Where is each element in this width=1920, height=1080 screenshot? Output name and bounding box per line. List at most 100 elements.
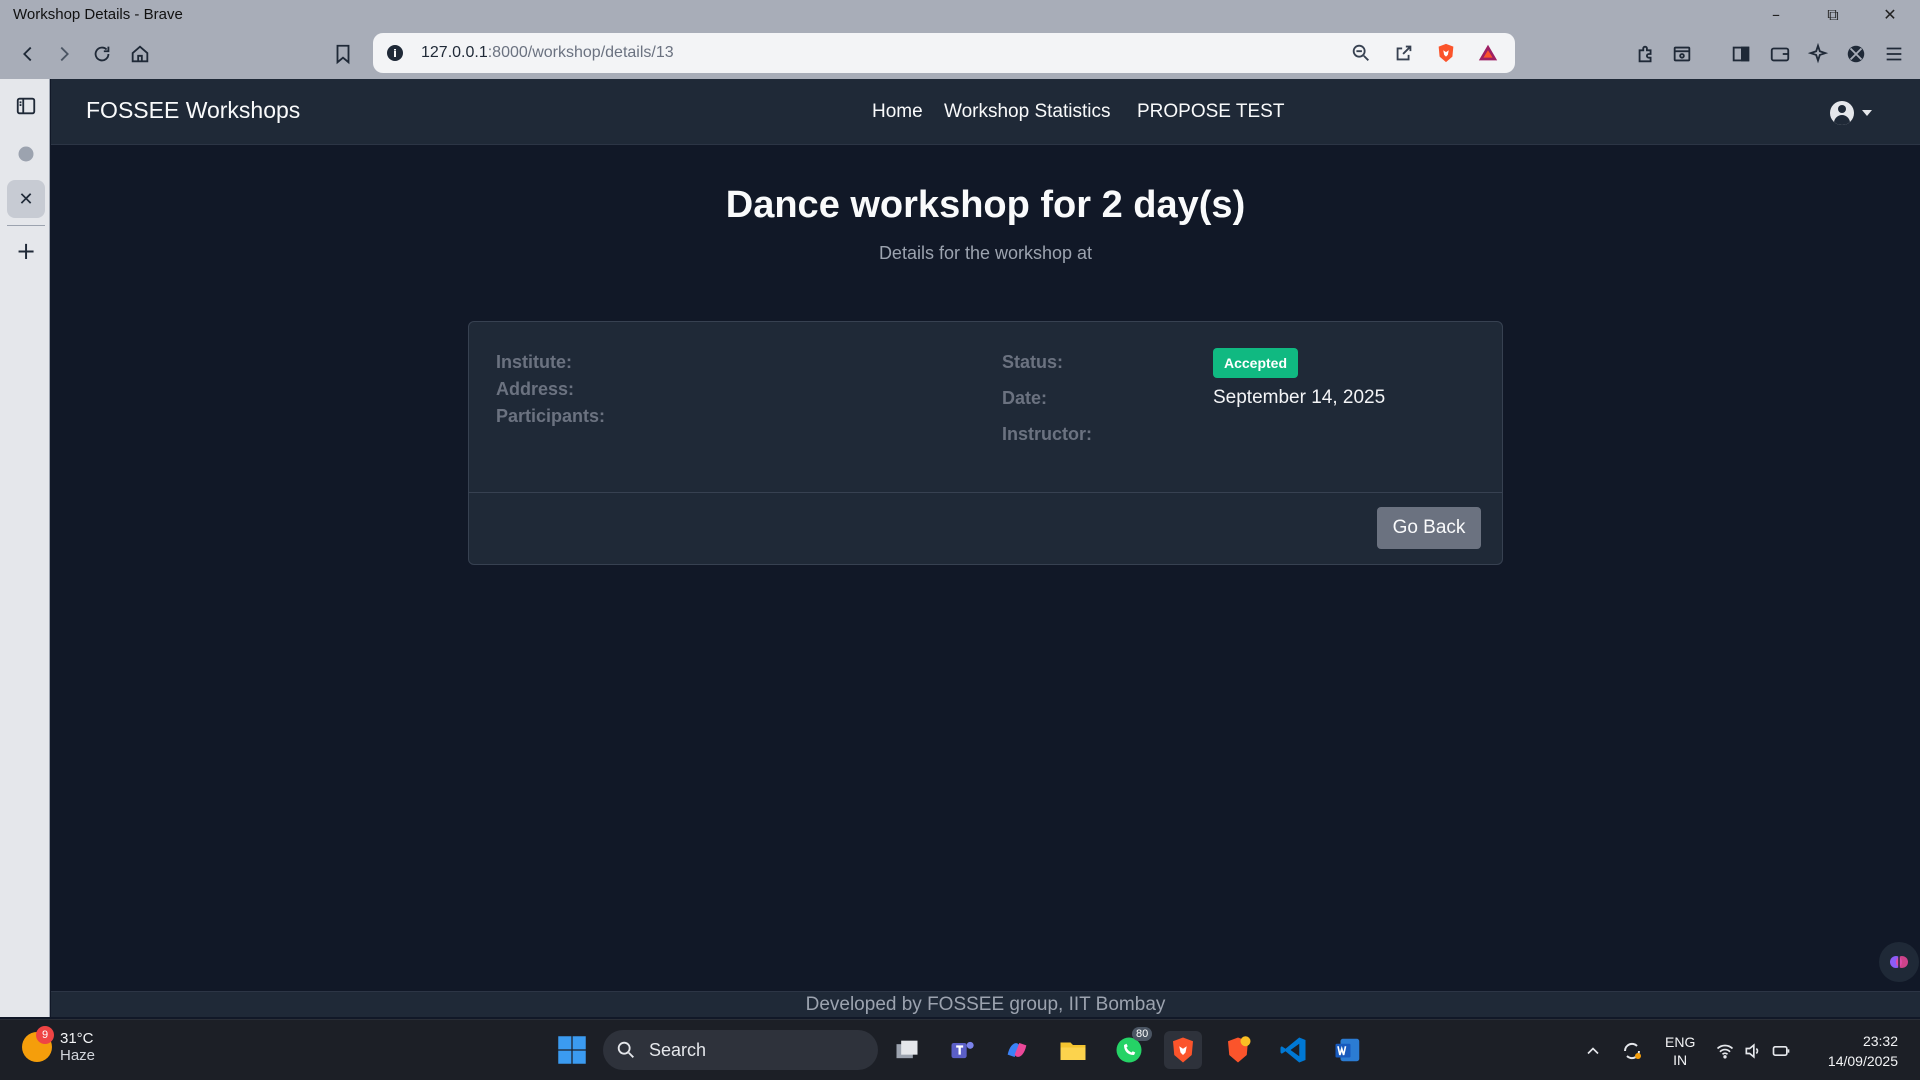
- bookmark-icon: [336, 44, 350, 65]
- page-subtitle: Details for the workshop at: [878, 243, 1093, 263]
- brave-taskbar-icon[interactable]: [1164, 1031, 1202, 1069]
- start-button[interactable]: [553, 1031, 591, 1069]
- nav-home[interactable]: Home: [872, 101, 923, 123]
- instructor-label: Instructor:: [1002, 424, 1092, 444]
- vpn-button[interactable]: [1840, 38, 1872, 70]
- vscode-icon[interactable]: [1274, 1031, 1312, 1069]
- url-text[interactable]: 127.0.0.1:8000/workshop/details/13: [421, 44, 674, 62]
- brave-rewards-icon[interactable]: [1476, 41, 1500, 65]
- system-tray-status[interactable]: [1715, 1020, 1791, 1080]
- site-footer: Developed by FOSSEE group, IIT Bombay: [51, 991, 1920, 1017]
- weather-widget[interactable]: 9 31°C Haze: [22, 1026, 96, 1064]
- user-menu[interactable]: [1830, 101, 1872, 125]
- weather-sun-icon: 9: [22, 1026, 54, 1062]
- site-info-icon[interactable]: i: [387, 45, 403, 61]
- home-icon: [131, 45, 149, 63]
- site-brand[interactable]: FOSSEE Workshops: [86, 97, 300, 124]
- weather-temperature: 31°C: [60, 1030, 94, 1047]
- whatsapp-icon[interactable]: 80: [1110, 1027, 1153, 1069]
- participants-label: Participants:: [496, 406, 606, 426]
- reader-icon: [1673, 46, 1691, 62]
- forward-button[interactable]: [48, 38, 80, 70]
- nav-propose-test[interactable]: PROPOSE TEST: [1137, 101, 1284, 123]
- go-back-button[interactable]: Go Back: [1377, 507, 1481, 549]
- hamburger-icon: [1886, 47, 1902, 61]
- task-view-icon[interactable]: [888, 1031, 926, 1069]
- home-button[interactable]: [124, 38, 156, 70]
- zoom-icon[interactable]: [1349, 41, 1373, 65]
- word-icon[interactable]: [1329, 1031, 1367, 1069]
- page-title: Dance workshop for 2 day(s): [725, 184, 1246, 226]
- wallet-icon: [1770, 47, 1790, 62]
- file-explorer-icon[interactable]: [1054, 1031, 1092, 1069]
- site-navbar: FOSSEE Workshops Home Workshop Statistic…: [51, 79, 1920, 145]
- status-label: Status:: [1002, 352, 1064, 372]
- weather-condition: Haze: [60, 1047, 96, 1064]
- close-window-button[interactable]: ✕: [1862, 0, 1918, 29]
- panel-icon: [16, 97, 36, 115]
- wallet-button[interactable]: [1764, 38, 1796, 70]
- back-arrow-icon: [23, 46, 32, 62]
- workshop-details-card: Institute: Address: Participants: Status…: [468, 321, 1503, 565]
- language-code: ENG: [1665, 1033, 1696, 1050]
- menu-button[interactable]: [1878, 38, 1910, 70]
- address-bar[interactable]: i 127.0.0.1:8000/workshop/details/13: [373, 33, 1515, 73]
- show-hidden-icons[interactable]: [1583, 1020, 1603, 1080]
- brave-beta-icon[interactable]: [1219, 1031, 1257, 1069]
- search-icon: [617, 1041, 634, 1058]
- reload-button[interactable]: [86, 38, 118, 70]
- bookmark-button[interactable]: [327, 38, 359, 70]
- side-panel-add[interactable]: +: [7, 232, 45, 270]
- brain-assistant-icon[interactable]: [1879, 942, 1919, 982]
- date-value: September 14, 2025: [1213, 387, 1386, 408]
- extensions-button[interactable]: [1630, 38, 1662, 70]
- url-path: :8000/workshop/details/13: [487, 44, 674, 61]
- institute-label: Institute:: [496, 352, 572, 372]
- back-button[interactable]: [12, 38, 44, 70]
- side-panel-site[interactable]: [7, 135, 45, 173]
- side-panel-divider: [7, 225, 45, 226]
- globe-icon: [18, 146, 34, 162]
- window-title: Workshop Details - Brave: [13, 6, 183, 23]
- user-avatar-icon: [1830, 101, 1854, 125]
- teams-icon[interactable]: [943, 1031, 981, 1069]
- sync-icon[interactable]: [1620, 1020, 1644, 1080]
- url-host: 127.0.0.1: [421, 44, 488, 61]
- taskbar-clock[interactable]: 23:32 14/09/2025: [1808, 1031, 1898, 1071]
- windows-logo-icon: [558, 1036, 586, 1064]
- vpn-icon: [1847, 45, 1865, 63]
- clock-time: 23:32: [1862, 1033, 1898, 1049]
- side-panel-close[interactable]: ✕: [7, 180, 45, 218]
- taskbar-search-label: Search: [649, 1039, 707, 1060]
- date-label: Date:: [1002, 388, 1048, 408]
- battery-icon: [1772, 1045, 1790, 1056]
- sparkle-icon: [1807, 43, 1829, 64]
- sidebar-icon: [1732, 46, 1750, 62]
- puzzle-icon: [1638, 45, 1652, 63]
- language-indicator[interactable]: ENG IN: [1665, 1020, 1695, 1080]
- side-panel-toggle[interactable]: [7, 87, 45, 125]
- status-badge: Accepted: [1213, 348, 1299, 378]
- card-footer-divider: [469, 492, 1502, 493]
- forward-arrow-icon: [60, 46, 69, 62]
- browser-side-panel: ✕ +: [0, 79, 50, 1017]
- share-icon[interactable]: [1392, 41, 1416, 65]
- sidebar-toggle-button[interactable]: [1725, 38, 1757, 70]
- weather-notification-badge: 9: [36, 1026, 54, 1044]
- nav-workshop-statistics[interactable]: Workshop Statistics: [944, 101, 1110, 123]
- reader-mode-button[interactable]: [1666, 38, 1698, 70]
- window-titlebar: Workshop Details - Brave – ⧉ ✕: [0, 0, 1920, 29]
- clock-date: 14/09/2025: [1827, 1053, 1898, 1069]
- taskbar-search[interactable]: Search: [603, 1030, 878, 1070]
- brave-shields-icon[interactable]: [1434, 41, 1458, 65]
- caret-down-icon: [1862, 110, 1872, 116]
- wifi-icon: [1716, 1044, 1734, 1058]
- copilot-icon[interactable]: [998, 1031, 1036, 1069]
- minimize-button[interactable]: –: [1748, 0, 1804, 29]
- reload-icon: [94, 46, 110, 62]
- language-region: IN: [1673, 1051, 1688, 1068]
- volume-icon: [1745, 1042, 1759, 1059]
- web-page: FOSSEE Workshops Home Workshop Statistic…: [51, 79, 1920, 1017]
- leo-ai-button[interactable]: [1802, 38, 1834, 70]
- restore-button[interactable]: ⧉: [1805, 0, 1861, 29]
